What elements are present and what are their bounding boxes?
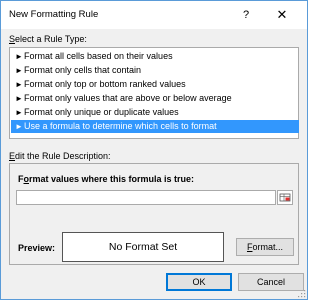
rule-item-top-bottom[interactable]: ►Format only top or bottom ranked values bbox=[11, 78, 299, 91]
new-formatting-rule-dialog: New Formatting Rule ? ✕ Select a Rule Ty… bbox=[0, 0, 308, 300]
arrow-icon: ► bbox=[15, 94, 23, 103]
format-button[interactable]: Format... bbox=[236, 238, 294, 256]
cancel-button[interactable]: Cancel bbox=[238, 273, 304, 291]
title-bar: New Formatting Rule ? ✕ bbox=[1, 1, 307, 29]
arrow-icon: ► bbox=[15, 52, 23, 61]
format-preview: No Format Set bbox=[62, 232, 224, 262]
close-button[interactable]: ✕ bbox=[269, 5, 295, 25]
arrow-icon: ► bbox=[15, 108, 23, 117]
arrow-icon: ► bbox=[15, 80, 23, 89]
ok-button[interactable]: OK bbox=[166, 273, 232, 291]
arrow-icon: ► bbox=[15, 122, 23, 131]
preview-label: Preview: bbox=[18, 243, 56, 253]
rule-description-panel: Format values where this formula is true… bbox=[9, 163, 299, 265]
help-button[interactable]: ? bbox=[233, 5, 259, 25]
formula-input[interactable] bbox=[16, 190, 276, 205]
resize-grip-icon[interactable] bbox=[297, 289, 306, 298]
range-select-icon bbox=[279, 193, 291, 202]
rule-item-above-below-average[interactable]: ►Format only values that are above or be… bbox=[11, 92, 299, 105]
rule-item-use-formula[interactable]: ►Use a formula to determine which cells … bbox=[11, 120, 299, 133]
rule-item-cells-contain[interactable]: ►Format only cells that contain bbox=[11, 64, 299, 77]
dialog-title: New Formatting Rule bbox=[9, 9, 99, 20]
rule-type-label: Select a Rule Type: bbox=[9, 34, 87, 44]
rule-item-all-cells[interactable]: ►Format all cells based on their values bbox=[11, 50, 299, 63]
edit-description-label: Edit the Rule Description: bbox=[9, 151, 111, 161]
range-selector-button[interactable] bbox=[277, 190, 293, 205]
rule-type-list[interactable]: ►Format all cells based on their values … bbox=[9, 47, 299, 139]
rule-item-unique-duplicate[interactable]: ►Format only unique or duplicate values bbox=[11, 106, 299, 119]
arrow-icon: ► bbox=[15, 66, 23, 75]
formula-label: Format values where this formula is true… bbox=[18, 174, 195, 184]
